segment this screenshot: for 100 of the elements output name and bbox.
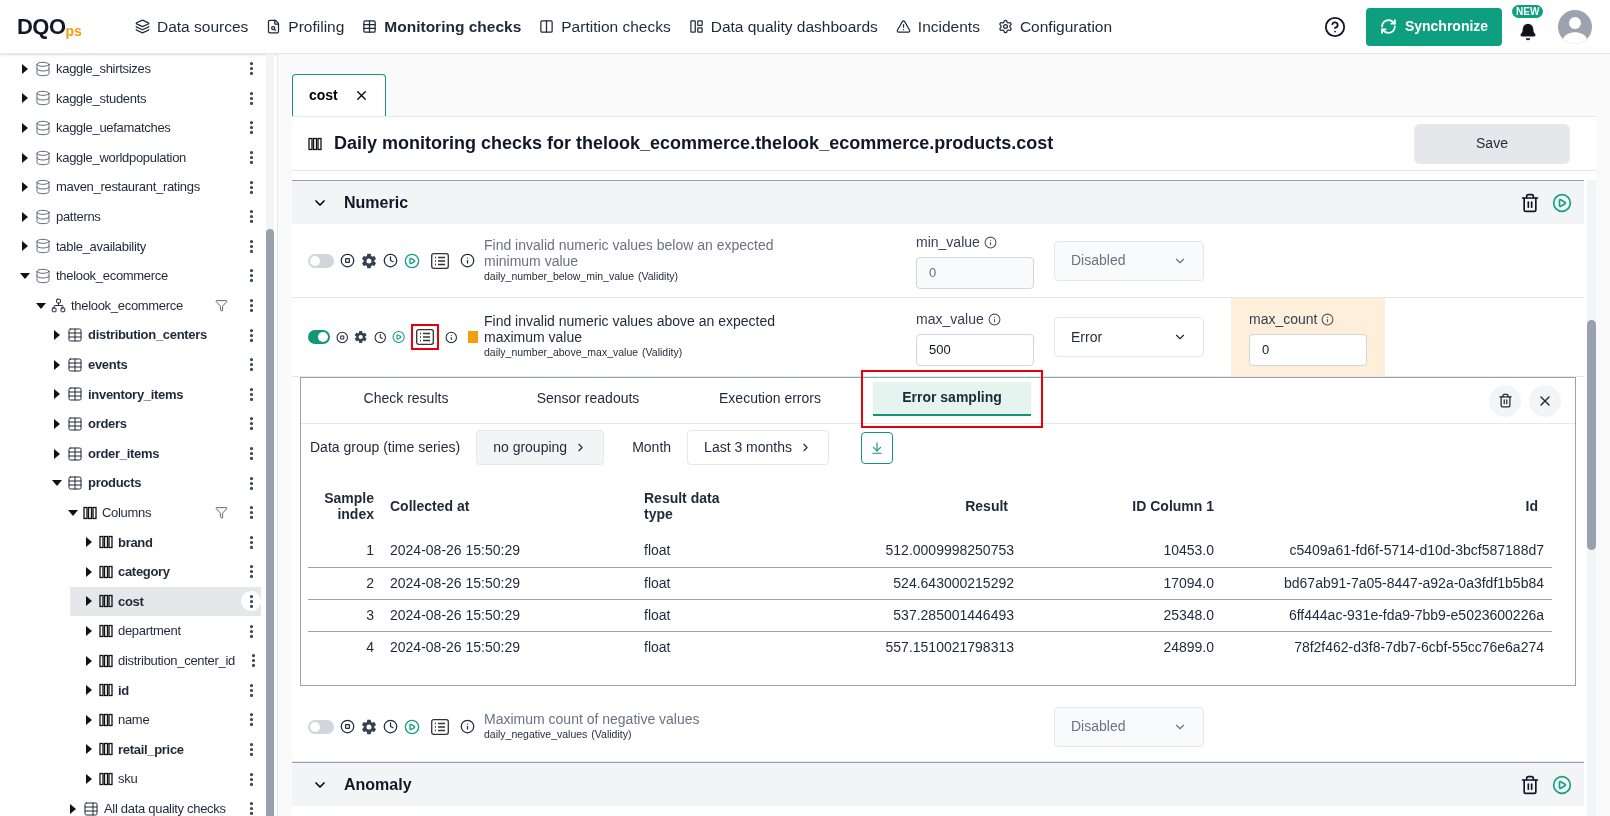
play-icon[interactable] bbox=[1552, 774, 1572, 795]
clock-icon[interactable] bbox=[373, 329, 387, 345]
list-icon[interactable] bbox=[431, 252, 449, 269]
play-icon[interactable] bbox=[404, 252, 420, 269]
filter-icon[interactable] bbox=[215, 506, 228, 520]
tree-item[interactable]: id bbox=[70, 675, 261, 706]
tree-item[interactable]: distribution_centers bbox=[38, 320, 261, 350]
caret-right-icon[interactable] bbox=[20, 211, 30, 222]
tree-item[interactable]: cost bbox=[70, 586, 261, 617]
tree-item[interactable]: products bbox=[38, 468, 261, 498]
toggle-switch[interactable] bbox=[308, 253, 334, 268]
nav-link[interactable]: Data sources bbox=[135, 14, 249, 39]
results-tab[interactable]: Check results bbox=[327, 381, 485, 416]
tree-item[interactable]: thelook_ecommerce bbox=[22, 290, 261, 321]
scrollbar[interactable] bbox=[266, 54, 274, 816]
tree-item[interactable]: patterns bbox=[6, 201, 261, 232]
play-icon[interactable] bbox=[1552, 192, 1572, 213]
caret-right-icon[interactable] bbox=[52, 330, 62, 341]
list-icon[interactable] bbox=[431, 718, 449, 735]
caret-right-icon[interactable] bbox=[84, 774, 94, 785]
caret-right-icon[interactable] bbox=[84, 566, 94, 577]
tree-item[interactable]: category bbox=[70, 557, 261, 587]
tree-item[interactable]: kaggle_students bbox=[6, 83, 261, 114]
nav-link[interactable]: Monitoring checks bbox=[362, 14, 522, 39]
stop-icon[interactable] bbox=[340, 719, 355, 734]
tree-item[interactable]: kaggle_shirtsizes bbox=[6, 54, 261, 84]
section-header[interactable]: Numeric bbox=[292, 180, 1584, 224]
results-tab[interactable]: Execution errors bbox=[691, 381, 849, 416]
caret-right-icon[interactable] bbox=[20, 152, 30, 163]
caret-right-icon[interactable] bbox=[20, 63, 30, 74]
data-group-button[interactable]: no grouping bbox=[476, 430, 605, 465]
caret-right-icon[interactable] bbox=[52, 448, 62, 459]
save-button[interactable]: Save bbox=[1414, 123, 1570, 164]
caret-down-icon[interactable] bbox=[36, 300, 46, 311]
results-tab[interactable]: Error sampling bbox=[873, 381, 1031, 416]
nav-link[interactable]: Profiling bbox=[266, 14, 345, 39]
caret-right-icon[interactable] bbox=[84, 714, 94, 725]
scrollbar[interactable] bbox=[1587, 180, 1596, 816]
caret-down-icon[interactable] bbox=[68, 507, 78, 518]
caret-down-icon[interactable] bbox=[20, 270, 30, 281]
info-icon[interactable] bbox=[1321, 312, 1335, 326]
caret-right-icon[interactable] bbox=[84, 537, 94, 548]
list-icon[interactable] bbox=[416, 329, 435, 345]
play-icon[interactable] bbox=[392, 329, 406, 345]
caret-right-icon[interactable] bbox=[68, 803, 78, 814]
tree-item[interactable]: Columns bbox=[54, 497, 261, 528]
tree-item[interactable]: table_availability bbox=[6, 231, 261, 262]
help-icon[interactable] bbox=[1324, 15, 1346, 38]
download-button[interactable] bbox=[861, 431, 894, 464]
close-button[interactable] bbox=[1529, 384, 1561, 417]
stop-icon[interactable] bbox=[340, 253, 355, 268]
delete-icon[interactable] bbox=[1520, 192, 1540, 213]
nav-link[interactable]: Incidents bbox=[895, 14, 980, 39]
caret-right-icon[interactable] bbox=[20, 93, 30, 104]
editor-tab[interactable]: cost bbox=[292, 74, 386, 116]
delete-button[interactable] bbox=[1489, 384, 1521, 417]
caret-right-icon[interactable] bbox=[84, 596, 94, 607]
caret-right-icon[interactable] bbox=[84, 685, 94, 696]
toggle-switch[interactable] bbox=[308, 330, 330, 344]
bell-icon[interactable] bbox=[1519, 22, 1537, 41]
nav-link[interactable]: Configuration bbox=[997, 14, 1113, 39]
caret-right-icon[interactable] bbox=[20, 123, 30, 133]
stop-icon[interactable] bbox=[335, 329, 349, 345]
tree-item[interactable]: orders bbox=[38, 409, 261, 439]
parameter-input[interactable]: 500 bbox=[916, 333, 1034, 366]
caret-right-icon[interactable] bbox=[20, 241, 30, 252]
info-icon[interactable] bbox=[445, 329, 458, 345]
logo[interactable]: DQOps bbox=[17, 10, 135, 43]
toggle-switch[interactable] bbox=[308, 719, 334, 734]
caret-right-icon[interactable] bbox=[52, 418, 62, 429]
tree-item[interactable]: inventory_items bbox=[38, 379, 261, 410]
caret-right-icon[interactable] bbox=[84, 744, 94, 755]
caret-right-icon[interactable] bbox=[84, 626, 94, 637]
caret-right-icon[interactable] bbox=[52, 389, 62, 400]
tree-item[interactable]: kaggle_uefamatches bbox=[6, 113, 261, 143]
info-icon[interactable] bbox=[983, 236, 997, 249]
nav-link[interactable]: Data quality dashboards bbox=[688, 14, 878, 39]
tree-item[interactable]: brand bbox=[70, 527, 261, 558]
more-icon[interactable] bbox=[241, 591, 261, 612]
settings-icon[interactable] bbox=[361, 252, 377, 269]
tree-item[interactable]: kaggle_worldpopulation bbox=[6, 142, 261, 173]
settings-icon[interactable] bbox=[361, 718, 377, 735]
tree-item[interactable]: maven_restaurant_ratings bbox=[6, 172, 261, 202]
info-icon[interactable] bbox=[460, 253, 475, 268]
tree-item[interactable]: All data quality checks bbox=[54, 793, 261, 816]
results-tab[interactable]: Sensor readouts bbox=[509, 381, 667, 416]
nav-link[interactable]: Partition checks bbox=[539, 14, 671, 39]
clock-icon[interactable] bbox=[383, 719, 398, 734]
caret-right-icon[interactable] bbox=[84, 655, 94, 666]
tree-item[interactable]: thelook_ecommerce bbox=[6, 261, 261, 291]
month-button[interactable]: Last 3 months bbox=[687, 430, 830, 465]
filter-icon[interactable] bbox=[215, 299, 228, 313]
settings-icon[interactable] bbox=[354, 329, 368, 345]
severity-select[interactable]: Error bbox=[1054, 317, 1204, 357]
tree-item[interactable]: distribution_center_id bbox=[70, 645, 261, 676]
play-icon[interactable] bbox=[404, 718, 420, 735]
rule-input[interactable]: 0 bbox=[1249, 333, 1367, 366]
section-header[interactable]: Anomaly bbox=[292, 762, 1584, 806]
info-icon[interactable] bbox=[460, 719, 475, 734]
tree-item[interactable]: events bbox=[38, 349, 261, 380]
